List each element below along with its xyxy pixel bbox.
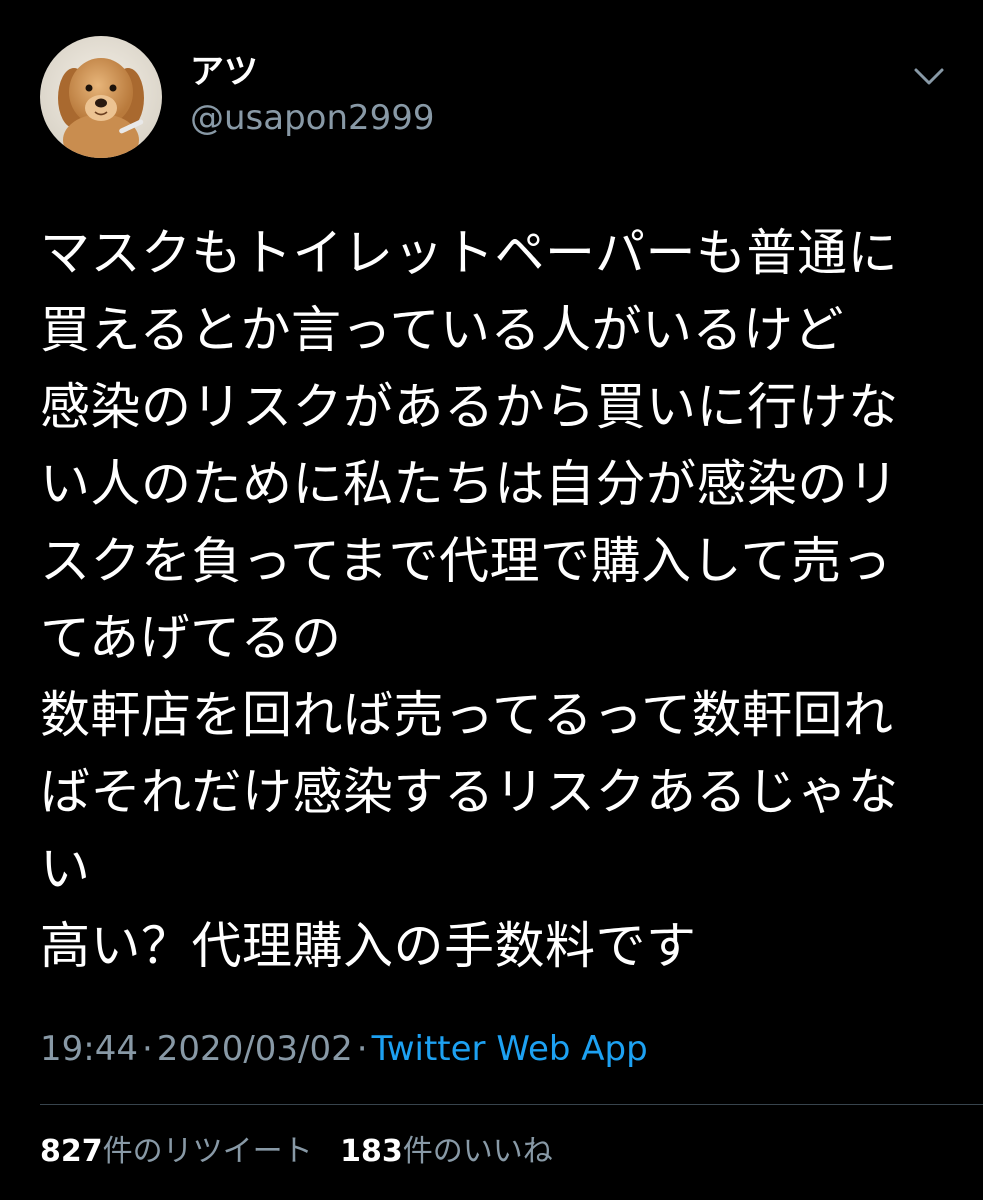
dog-avatar-icon: [40, 36, 162, 158]
tweet-text-line: 買えるとか言っている人がいるけど: [40, 301, 844, 359]
tweet-date[interactable]: 2020/03/02: [157, 1029, 353, 1069]
tweet-text-line: マスクもトイレットペーパーも普通に: [40, 224, 898, 282]
avatar[interactable]: [40, 36, 162, 158]
meta-separator: ·: [141, 1029, 153, 1069]
tweet-text-line: てあげてるの: [40, 609, 342, 667]
username-handle[interactable]: @usapon2999: [190, 98, 435, 138]
tweet-text-line: ばそれだけ感染するリスクあるじゃな: [40, 763, 899, 821]
like-count: 183: [340, 1134, 403, 1169]
tweet-text: マスクもトイレットペーパーも普通に 買えるとか言っている人がいるけど 感染のリス…: [40, 215, 940, 985]
tweet-time[interactable]: 19:44: [40, 1029, 138, 1069]
tweet-detail: アツ @usapon2999 マスクもトイレットペーパーも普通に 買えるとか言っ…: [0, 0, 983, 1200]
retweet-label: 件のリツイート: [102, 1134, 313, 1169]
tweet-text-line: い人のために私たちは自分が感染のリ: [40, 455, 899, 513]
retweet-count: 827: [40, 1134, 103, 1169]
retweet-stat[interactable]: 827件のリツイート: [40, 1132, 313, 1172]
chevron-down-icon: [914, 68, 944, 85]
tweet-text-line: 感染のリスクがあるから買いに行けな: [40, 378, 899, 436]
tweet-stats: 827件のリツイート 183件のいいね: [40, 1132, 571, 1172]
like-stat[interactable]: 183件のいいね: [340, 1132, 553, 1172]
display-name[interactable]: アツ: [190, 52, 258, 92]
tweet-text-line: 高い？代理購入の手数料です: [40, 917, 697, 975]
tweet-text-line: スクを負ってまで代理で購入して売っ: [40, 532, 892, 590]
tweet-source-link[interactable]: Twitter Web App: [372, 1029, 648, 1069]
divider: [40, 1104, 983, 1105]
tweet-text-line: 数軒店を回れば売ってるって数軒回れ: [40, 686, 894, 744]
tweet-menu-button[interactable]: [908, 58, 950, 94]
tweet-meta: 19:44 · 2020/03/02 · Twitter Web App: [40, 1028, 648, 1070]
tweet-text-line: い: [40, 840, 91, 898]
meta-separator: ·: [356, 1029, 368, 1069]
like-label: 件のいいね: [402, 1134, 553, 1169]
